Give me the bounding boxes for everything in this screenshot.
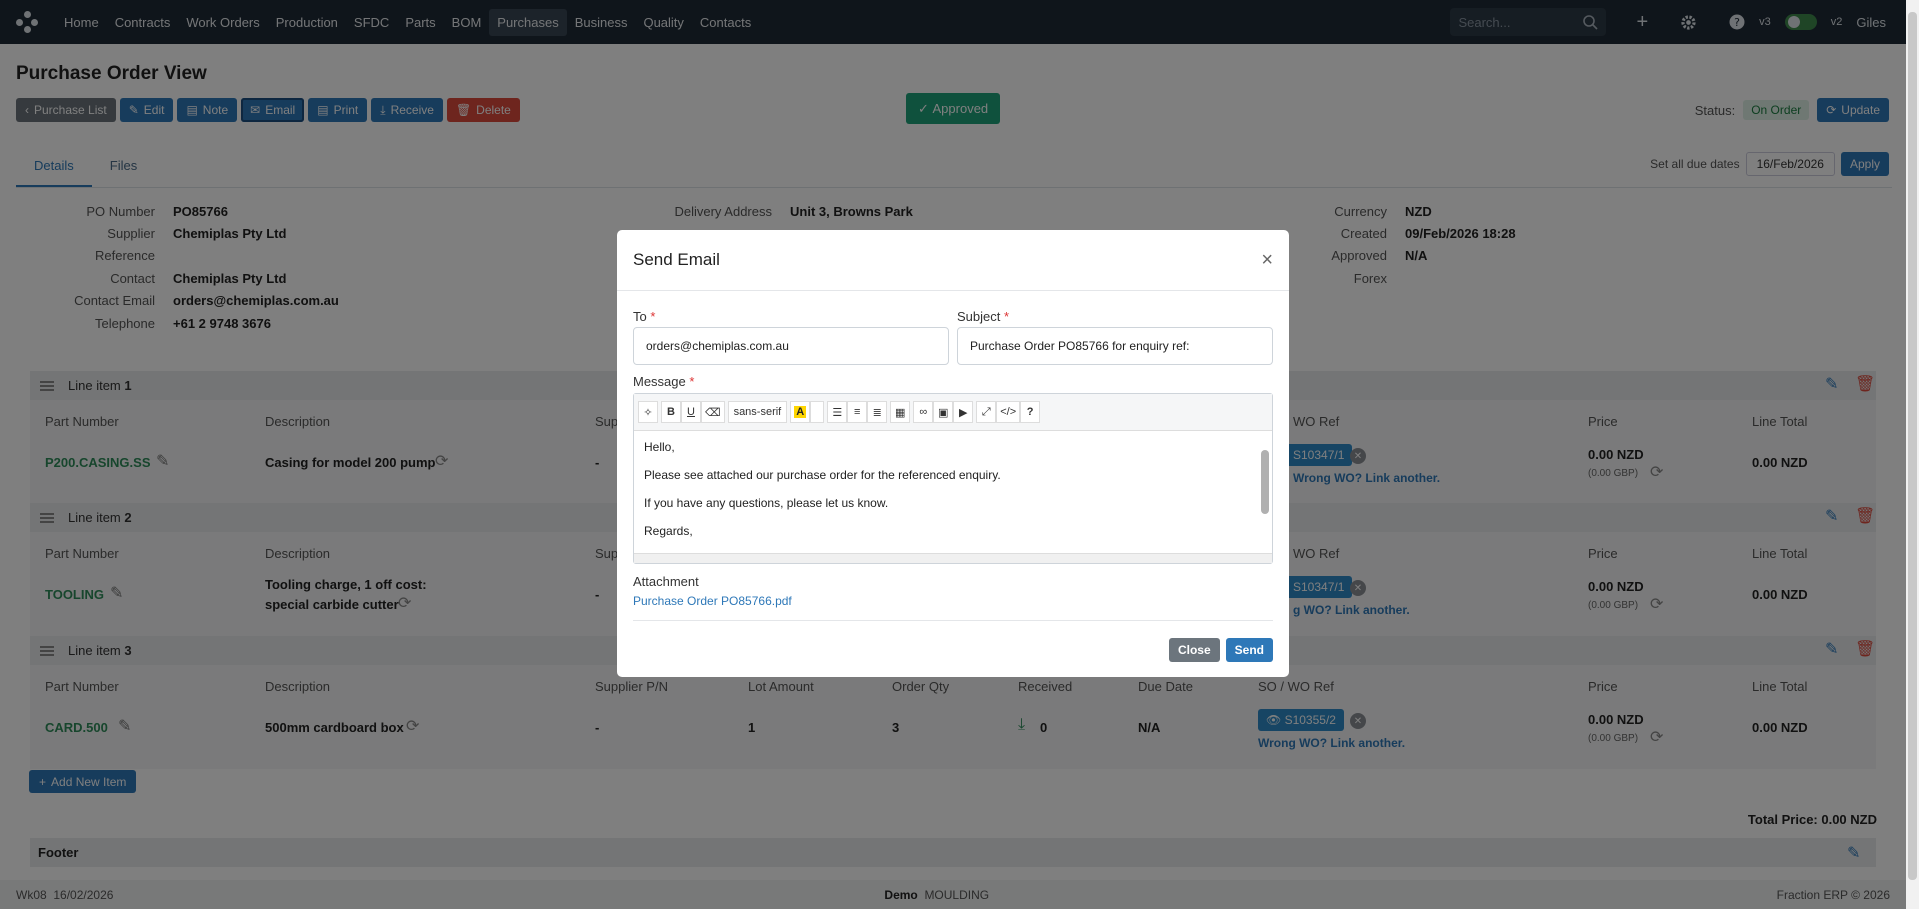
help-icon[interactable]: ? xyxy=(1020,401,1041,423)
subject-label: Subject * xyxy=(957,309,1010,324)
attachment-label: Attachment xyxy=(633,574,699,589)
editor-scrollbar[interactable] xyxy=(1260,432,1270,551)
eraser-icon[interactable]: ⌫ xyxy=(701,401,725,423)
message-line: Hello, xyxy=(644,440,675,454)
fullscreen-icon[interactable]: ⤢ xyxy=(976,401,997,423)
message-line: Please see attached our purchase order f… xyxy=(644,468,1001,482)
link-icon[interactable]: ∞ xyxy=(913,401,934,423)
image-icon[interactable]: ▣ xyxy=(933,401,954,423)
text-color-icon[interactable]: A xyxy=(790,401,811,423)
message-label: Message * xyxy=(633,374,695,389)
message-line: Regards, xyxy=(644,524,693,538)
editor-body[interactable]: Hello, Please see attached our purchase … xyxy=(634,431,1272,559)
video-icon[interactable]: ▶ xyxy=(953,401,974,423)
page-scrollbar[interactable] xyxy=(1906,0,1919,909)
editor-resize-handle[interactable] xyxy=(634,553,1272,563)
bullet-list-icon[interactable]: ☰ xyxy=(827,401,848,423)
modal-title: Send Email xyxy=(633,250,720,269)
underline-icon[interactable]: U xyxy=(681,401,701,423)
magic-wand-icon[interactable]: ✧ xyxy=(638,401,658,423)
close-button[interactable]: Close xyxy=(1168,638,1220,662)
message-line: If you have any questions, please let us… xyxy=(644,496,889,510)
close-icon[interactable]: × xyxy=(1261,249,1273,272)
ordered-list-icon[interactable]: ≡ xyxy=(847,401,868,423)
send-button[interactable]: Send xyxy=(1225,638,1273,662)
font-select[interactable]: sans-serif xyxy=(727,401,788,423)
attachment-link[interactable]: Purchase Order PO85766.pdf xyxy=(633,594,792,608)
subject-field[interactable]: Purchase Order PO85766 for enquiry ref: xyxy=(957,327,1273,365)
code-view-icon[interactable]: </> xyxy=(996,401,1021,423)
modal-divider xyxy=(633,620,1273,621)
align-icon[interactable]: ≣ xyxy=(867,401,888,423)
table-icon[interactable]: ▦ xyxy=(890,401,911,423)
editor-toolbar: ✧ B U ⌫ sans-serif A ☰ ≡ ≣ ▦ ∞ ▣ ▶ ⤢ </>? xyxy=(634,394,1272,431)
to-field[interactable]: orders@chemiplas.com.au xyxy=(633,327,949,365)
bold-icon[interactable]: B xyxy=(661,401,681,423)
message-editor[interactable]: ✧ B U ⌫ sans-serif A ☰ ≡ ≣ ▦ ∞ ▣ ▶ ⤢ </>? Hello… xyxy=(633,393,1273,564)
send-email-modal: Send Email × To * orders@chemiplas.com.a… xyxy=(617,230,1289,677)
color-dropdown[interactable] xyxy=(810,401,825,423)
to-label: To * xyxy=(633,309,656,324)
